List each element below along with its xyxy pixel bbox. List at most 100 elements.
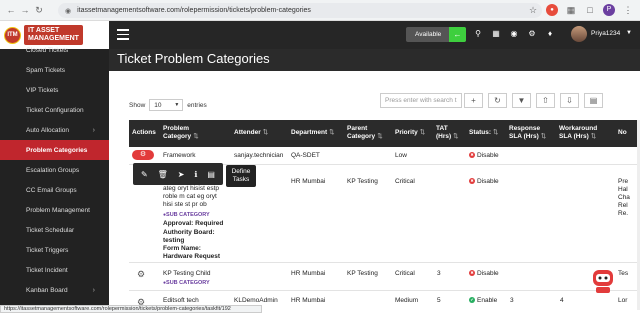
arrow-left-icon: ←: [449, 27, 466, 42]
gear-icon[interactable]: ⚙: [137, 269, 145, 280]
col-department[interactable]: Department ⇅: [291, 129, 335, 137]
define-tasks-icon[interactable]: ▤: [207, 170, 215, 179]
sidebar-item-escalation-groups[interactable]: Escalation Groups: [0, 160, 109, 180]
sidebar-item-label: Problem Management: [26, 206, 90, 214]
filter-button[interactable]: ▼: [512, 93, 531, 108]
cell-priority: Critical: [395, 178, 415, 185]
col-priority[interactable]: Priority ⇅: [395, 129, 425, 137]
download-button[interactable]: ⇩: [560, 93, 579, 108]
cell-department: HR Mumbai: [291, 297, 326, 304]
sidebar-item-ticket-configuration[interactable]: Ticket Configuration: [0, 100, 109, 120]
table-row: ⚙ KP Testing Child SUB CATEGORY HR Mumba…: [129, 263, 640, 291]
pdf-icon: ▤: [589, 96, 598, 105]
cell-department: HR Mumbai: [291, 270, 326, 277]
cell-parent: KP Testing: [347, 178, 378, 185]
sidebar-item-ticket-incident[interactable]: Ticket Incident: [0, 260, 109, 280]
sidebar-item-label: Spam Tickets: [26, 66, 66, 74]
col-notes[interactable]: No: [618, 129, 627, 137]
sidebar-item-kanban-board[interactable]: Kanban Board ›: [0, 280, 109, 300]
sidebar-item-spam-tickets[interactable]: Spam Tickets: [0, 60, 109, 80]
sort-icon: ⇅: [193, 133, 199, 140]
col-tat-label: TAT (Hrs): [436, 125, 452, 140]
edit-icon[interactable]: ✎: [141, 170, 148, 179]
bookmark-star-icon[interactable]: ☆: [527, 4, 539, 16]
add-button[interactable]: +: [464, 93, 483, 108]
cell-priority: Critical: [395, 270, 415, 277]
sidebar-item-ticket-schedular[interactable]: Ticket Schedular: [0, 220, 109, 240]
extensions-puzzle-icon[interactable]: ▦: [565, 4, 577, 16]
notification-bell-icon[interactable]: ♦: [545, 29, 555, 38]
status-badge: Disable: [469, 270, 499, 278]
search-input[interactable]: Press enter with search t: [380, 93, 462, 108]
cell-tat: 5: [437, 297, 441, 304]
sidebar-item-problem-categories[interactable]: Problem Categories: [0, 140, 109, 160]
back-icon[interactable]: ←: [4, 5, 18, 15]
entries-select[interactable]: 10 ▼: [149, 99, 184, 111]
user-avatar[interactable]: [571, 26, 587, 42]
col-parent-category[interactable]: Parent Category ⇅: [347, 125, 383, 141]
col-status[interactable]: Status: ⇅: [469, 129, 498, 137]
availability-toggle[interactable]: Available ←: [406, 27, 466, 42]
cell-attender: sanjay.technician: [234, 152, 284, 159]
sort-icon: ⇅: [590, 133, 597, 140]
row-action-menu: ✎ 🗑 ➤ ℹ ▤: [133, 163, 223, 185]
sidebar-menu: Closed Tickets Spam Tickets VIP Tickets Tic…: [0, 40, 109, 313]
col-problem-category[interactable]: Problem Category ⇅: [163, 125, 201, 141]
search-icon[interactable]: ⚲: [473, 29, 483, 38]
status-badge: Disable: [469, 178, 499, 186]
page-header: Ticket Problem Categories: [109, 49, 640, 71]
col-attender-label: Attender: [234, 129, 261, 136]
col-response-sla[interactable]: Response SLA (Hrs) ⇅: [509, 125, 547, 141]
delete-icon[interactable]: 🗑: [158, 170, 168, 179]
sidebar-item-cc-email-groups[interactable]: CC Email Groups: [0, 180, 109, 200]
cell-priority: Low: [395, 152, 407, 159]
download-icon: ⇩: [566, 96, 573, 105]
sidebar-item-label: Auto Allocation: [26, 126, 70, 134]
sidebar-item-vip-tickets[interactable]: VIP Tickets: [0, 80, 109, 100]
settings-icon[interactable]: ⚙: [527, 29, 537, 38]
globe-icon[interactable]: ◉: [509, 29, 519, 38]
refresh-button[interactable]: ↻: [488, 93, 507, 108]
sort-icon: ⇅: [377, 133, 383, 140]
grid-icon[interactable]: ▦: [491, 29, 501, 38]
info-icon[interactable]: ℹ: [194, 170, 197, 179]
status-badge: Disable: [469, 152, 499, 160]
rocket-icon[interactable]: ➤: [178, 170, 185, 179]
sidebar-item-closed-tickets[interactable]: Closed Tickets: [0, 40, 109, 60]
upload-button[interactable]: ⇧: [536, 93, 555, 108]
cell-workaround-sla: 4: [560, 297, 564, 304]
sidebar-item-label: Ticket Triggers: [26, 246, 69, 254]
gear-icon[interactable]: ⚙: [132, 150, 154, 160]
address-bar[interactable]: ◉ itassetmanagementsoftware.com/roleperm…: [58, 3, 542, 18]
page-title: Ticket Problem Categories: [117, 51, 270, 66]
cell-tat: 3: [437, 270, 441, 277]
cell-priority: Medium: [395, 297, 419, 304]
side-panel-icon[interactable]: □: [584, 4, 596, 16]
menu-toggle-icon[interactable]: [117, 29, 129, 43]
browser-menu-icon[interactable]: ⋮: [622, 4, 634, 16]
reload-icon[interactable]: ↻: [32, 5, 46, 16]
col-attender[interactable]: Attender ⇅: [234, 129, 268, 137]
forward-icon[interactable]: →: [18, 5, 32, 15]
chat-bot-icon[interactable]: [590, 266, 616, 296]
sort-icon: ⇅: [493, 129, 499, 136]
col-workaround-sla[interactable]: Workaround SLA (Hrs) ⇅: [559, 125, 605, 141]
entries-value: 10: [154, 101, 162, 109]
chevron-down-icon[interactable]: ▼: [626, 30, 632, 36]
status-badge: Enable: [469, 297, 497, 305]
cell-notes: Pre Hal Cha Rel Re.: [618, 178, 630, 217]
url-text: itassetmanagementsoftware.com/rolepermis…: [77, 7, 311, 14]
logo-line-1: IT ASSET: [28, 27, 60, 34]
extension-icon[interactable]: ●: [546, 4, 558, 16]
pdf-button[interactable]: ▤: [584, 93, 603, 108]
sidebar-item-label: Ticket Schedular: [26, 226, 75, 234]
sidebar-item-ticket-triggers[interactable]: Ticket Triggers: [0, 240, 109, 260]
cell-parent: KP Testing: [347, 270, 378, 277]
link-preview: https://itassetmanagementsoftware.com/ro…: [0, 305, 262, 313]
site-info-icon[interactable]: ◉: [65, 7, 71, 15]
username[interactable]: Priya1234: [591, 30, 620, 37]
profile-avatar[interactable]: P: [603, 4, 615, 16]
col-tat[interactable]: TAT (Hrs) ⇅: [436, 125, 459, 141]
sidebar-item-auto-allocation[interactable]: Auto Allocation ›: [0, 120, 109, 140]
sidebar-item-problem-management[interactable]: Problem Management: [0, 200, 109, 220]
